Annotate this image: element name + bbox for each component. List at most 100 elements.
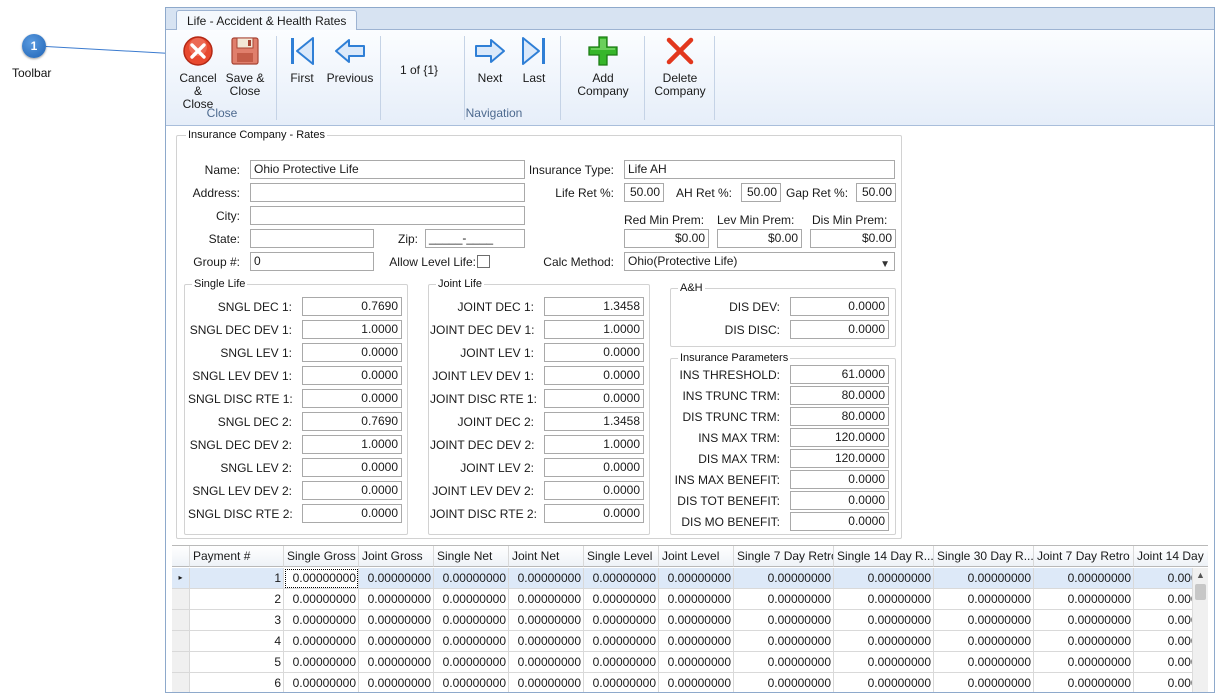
joint-life-field-input[interactable]: 1.3458 (544, 297, 644, 316)
row-indicator-cell[interactable] (172, 652, 190, 673)
single-life-field-input[interactable]: 1.0000 (302, 435, 402, 454)
grid-cell[interactable]: 0.00000000 (934, 610, 1034, 631)
grid-column-header[interactable]: Joint Level (659, 546, 734, 567)
row-indicator-cell[interactable]: ▸ (172, 568, 190, 589)
grid-cell[interactable]: 0.00000000 (509, 652, 584, 673)
joint-life-field-input[interactable]: 0.0000 (544, 343, 644, 362)
joint-life-field-input[interactable]: 1.3458 (544, 412, 644, 431)
dis-min-prem-input[interactable]: $0.00 (810, 229, 896, 248)
insurance-parameter-field-input[interactable]: 0.0000 (790, 512, 889, 531)
zip-input[interactable]: _____-____ (425, 229, 525, 248)
save-close-button[interactable]: Save & Close (222, 34, 268, 98)
grid-column-header[interactable]: Payment # (190, 546, 284, 567)
grid-cell[interactable]: 0.00000000 (359, 673, 434, 692)
grid-cell[interactable]: 0.00000000 (1034, 610, 1134, 631)
allow-level-life-checkbox[interactable] (477, 255, 490, 268)
joint-life-field-input[interactable]: 0.0000 (544, 504, 644, 523)
state-input[interactable] (250, 229, 374, 248)
grid-cell[interactable]: 0.00000000 (284, 568, 359, 589)
grid-cell[interactable]: 0.00000000 (584, 589, 659, 610)
grid-cell[interactable]: 2 (190, 589, 284, 610)
grid-cell[interactable]: 0.00000000 (834, 673, 934, 692)
grid-cell[interactable]: 0.00000000 (509, 568, 584, 589)
grid-cell[interactable]: 5 (190, 652, 284, 673)
grid-cell[interactable]: 0.00000000 (434, 610, 509, 631)
grid-cell[interactable]: 0.00000000 (659, 652, 734, 673)
row-indicator-cell[interactable] (172, 673, 190, 692)
previous-button[interactable]: Previous (326, 34, 374, 85)
insurance-parameter-field-input[interactable]: 80.0000 (790, 386, 889, 405)
row-indicator-cell[interactable] (172, 589, 190, 610)
row-indicator-cell[interactable] (172, 631, 190, 652)
grid-cell[interactable]: 0.00000000 (584, 568, 659, 589)
grid-cell[interactable]: 0.00000000 (734, 631, 834, 652)
grid-cell[interactable]: 0.00000000 (359, 610, 434, 631)
grid-cell[interactable]: 0.00000000 (734, 610, 834, 631)
table-row[interactable]: 4 0.00000000 0.00000000 0.00000000 0.0000000… (172, 631, 1208, 652)
grid-cell[interactable]: 0.00000000 (509, 589, 584, 610)
grid-cell[interactable]: 0.00000000 (359, 568, 434, 589)
life-ret-input[interactable]: 50.00 (624, 183, 664, 202)
grid-cell[interactable]: 0.00000000 (834, 589, 934, 610)
table-row[interactable]: 3 0.00000000 0.00000000 0.00000000 0.0000000… (172, 610, 1208, 631)
table-row[interactable]: 2 0.00000000 0.00000000 0.00000000 0.0000000… (172, 589, 1208, 610)
single-life-field-input[interactable]: 0.7690 (302, 297, 402, 316)
grid-column-header[interactable]: Joint Gross (359, 546, 434, 567)
grid-cell[interactable]: 0.00000000 (1034, 568, 1134, 589)
add-company-button[interactable]: Add Company (568, 34, 638, 98)
grid-cell[interactable]: 0.00000000 (584, 610, 659, 631)
scroll-thumb[interactable] (1195, 584, 1206, 600)
single-life-field-input[interactable]: 0.0000 (302, 366, 402, 385)
insurance-parameter-field-input[interactable]: 120.0000 (790, 428, 889, 447)
red-min-prem-input[interactable]: $0.00 (624, 229, 709, 248)
grid-cell[interactable]: 0.00000000 (284, 673, 359, 692)
last-button[interactable]: Last (516, 34, 552, 85)
grid-cell[interactable]: 0.00000000 (934, 589, 1034, 610)
grid-cell[interactable]: 0.00000000 (734, 673, 834, 692)
grid-cell[interactable]: 0.00000000 (659, 673, 734, 692)
grid-vertical-scrollbar[interactable]: ▲ (1192, 568, 1208, 692)
ah-ret-input[interactable]: 50.00 (741, 183, 781, 202)
gap-ret-input[interactable]: 50.00 (856, 183, 896, 202)
insurance-parameter-field-input[interactable]: 61.0000 (790, 365, 889, 384)
lev-min-prem-input[interactable]: $0.00 (717, 229, 802, 248)
table-row[interactable]: 5 0.00000000 0.00000000 0.00000000 0.0000000… (172, 652, 1208, 673)
joint-life-field-input[interactable]: 1.0000 (544, 435, 644, 454)
grid-cell[interactable]: 3 (190, 610, 284, 631)
insurance-parameter-field-input[interactable]: 120.0000 (790, 449, 889, 468)
grid-cell[interactable]: 0.00000000 (1034, 673, 1134, 692)
single-life-field-input[interactable]: 0.0000 (302, 504, 402, 523)
joint-life-field-input[interactable]: 0.0000 (544, 366, 644, 385)
grid-cell[interactable]: 0.00000000 (434, 631, 509, 652)
grid-cell[interactable]: 0.00000000 (1034, 589, 1134, 610)
grid-cell[interactable]: 0.00000000 (509, 673, 584, 692)
insurance-parameter-field-input[interactable]: 80.0000 (790, 407, 889, 426)
grid-cell[interactable]: 0.00000000 (659, 631, 734, 652)
grid-column-header[interactable]: Single Gross (284, 546, 359, 567)
grid-cell[interactable]: 0.00000000 (934, 673, 1034, 692)
grid-cell[interactable]: 0.00000000 (434, 652, 509, 673)
grid-cell[interactable]: 0.00000000 (434, 673, 509, 692)
joint-life-field-input[interactable]: 0.0000 (544, 481, 644, 500)
grid-cell[interactable]: 0.00000000 (659, 568, 734, 589)
row-indicator-cell[interactable] (172, 610, 190, 631)
single-life-field-input[interactable]: 0.7690 (302, 412, 402, 431)
single-life-field-input[interactable]: 0.0000 (302, 481, 402, 500)
delete-company-button[interactable]: Delete Company (650, 34, 710, 98)
table-row[interactable]: 6 0.00000000 0.00000000 0.00000000 0.0000000… (172, 673, 1208, 692)
grid-cell[interactable]: 0.00000000 (359, 652, 434, 673)
grid-cell[interactable]: 0.00000000 (659, 610, 734, 631)
grid-cell[interactable]: 0.00000000 (584, 673, 659, 692)
grid-cell[interactable]: 0.00000000 (284, 610, 359, 631)
grid-cell[interactable]: 0.00000000 (934, 568, 1034, 589)
grid-cell[interactable]: 0.00000000 (584, 652, 659, 673)
grid-cell[interactable]: 0.00000000 (359, 631, 434, 652)
grid-cell[interactable]: 4 (190, 631, 284, 652)
next-button[interactable]: Next (472, 34, 508, 85)
grid-cell[interactable]: 0.00000000 (834, 631, 934, 652)
grid-cell[interactable]: 0.00000000 (509, 631, 584, 652)
scroll-up-icon[interactable]: ▲ (1193, 568, 1208, 582)
grid-column-header[interactable]: Single 7 Day Retro (734, 546, 834, 567)
grid-cell[interactable]: 0.00000000 (834, 568, 934, 589)
grid-cell[interactable]: 1 (190, 568, 284, 589)
